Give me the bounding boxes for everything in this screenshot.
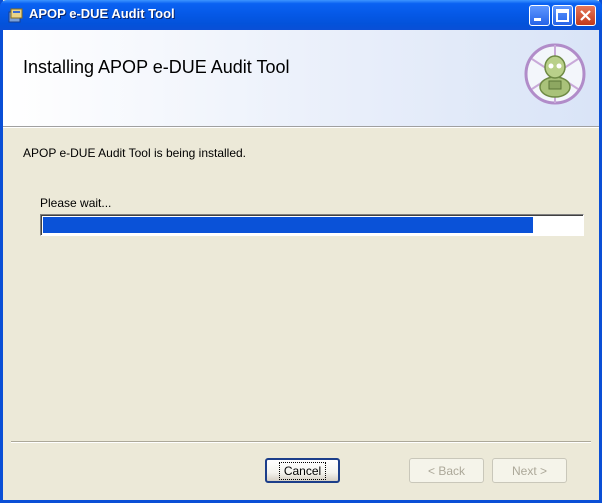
progress-bar-fill: [43, 217, 533, 233]
header-banner: Installing APOP e-DUE Audit Tool: [3, 30, 599, 127]
installer-window: APOP e-DUE Audit Tool Installing APOP e-…: [0, 0, 602, 503]
installer-app-icon: [8, 7, 24, 23]
cancel-button[interactable]: Cancel: [265, 458, 340, 483]
next-button-label: Next >: [511, 463, 547, 478]
cancel-button-label: Cancel: [278, 461, 327, 480]
install-status-text: APOP e-DUE Audit Tool is being installed…: [23, 146, 247, 160]
window-title: APOP e-DUE Audit Tool: [29, 6, 175, 21]
footer-divider: [11, 441, 591, 443]
installer-robot-icon: [524, 43, 586, 105]
next-button[interactable]: Next >: [492, 458, 567, 483]
back-button-label: < Back: [427, 463, 466, 478]
page-title: Installing APOP e-DUE Audit Tool: [23, 57, 290, 77]
banner-divider: [3, 127, 599, 128]
close-button[interactable]: [575, 5, 596, 26]
please-wait-label: Please wait...: [40, 196, 112, 210]
maximize-button[interactable]: [552, 5, 573, 26]
minimize-button[interactable]: [529, 5, 550, 26]
title-bar[interactable]: APOP e-DUE Audit Tool: [0, 0, 602, 30]
back-button[interactable]: < Back: [409, 458, 484, 483]
install-progress-bar: [40, 214, 584, 236]
